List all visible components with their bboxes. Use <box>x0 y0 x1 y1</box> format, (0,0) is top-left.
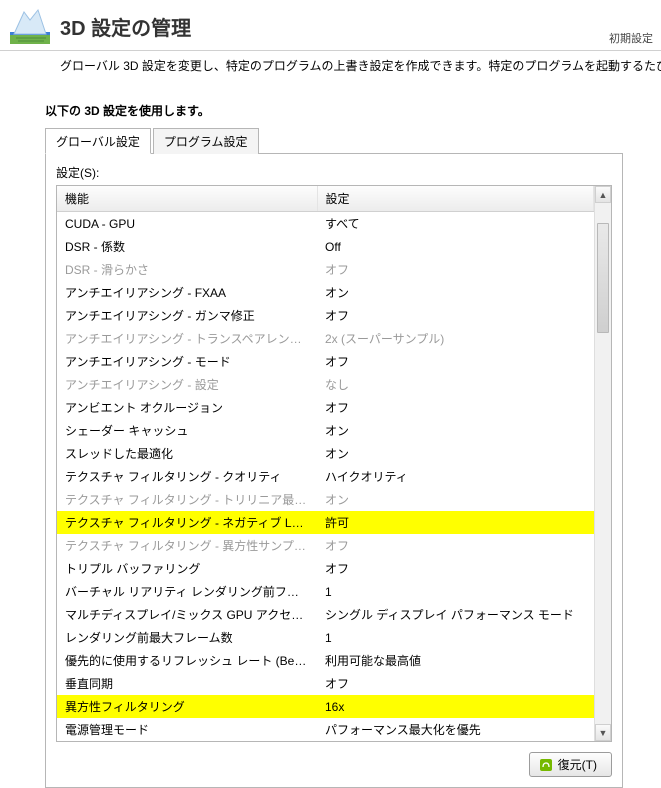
cell-setting[interactable]: オン <box>317 488 594 511</box>
table-row[interactable]: マルチディスプレイ/ミックス GPU アクセラレーションシングル ディスプレイ … <box>57 603 594 626</box>
scroll-up-button[interactable]: ▲ <box>595 186 611 203</box>
cell-setting[interactable]: なし <box>317 373 594 396</box>
cell-feature: DSR - 係数 <box>57 235 317 258</box>
cell-setting[interactable]: 利用可能な最高値 <box>317 649 594 672</box>
table-row[interactable]: テクスチャ フィルタリング - 異方性サンプル最適化オフ <box>57 534 594 557</box>
cell-setting[interactable]: オフ <box>317 304 594 327</box>
table-row[interactable]: バーチャル リアリティ レンダリング前フレーム数1 <box>57 580 594 603</box>
table-row[interactable]: テクスチャ フィルタリング - トリリニア最適化オン <box>57 488 594 511</box>
cell-setting[interactable]: 1 <box>317 580 594 603</box>
page-title: 3D 設定の管理 <box>60 12 191 41</box>
cell-feature: テクスチャ フィルタリング - ネガティブ LOD バイアス <box>57 511 317 534</box>
table-row[interactable]: アンビエント オクルージョンオフ <box>57 396 594 419</box>
app-icon <box>10 8 50 44</box>
cell-setting[interactable]: オン <box>317 442 594 465</box>
page-description: グローバル 3D 設定を変更し、特定のプログラムの上書き設定を作成できます。特定… <box>0 51 661 80</box>
cell-setting[interactable]: ハイクオリティ <box>317 465 594 488</box>
cell-feature: スレッドした最適化 <box>57 442 317 465</box>
col-feature[interactable]: 機能 <box>57 186 317 212</box>
table-row[interactable]: 異方性フィルタリング16x <box>57 695 594 718</box>
cell-feature: トリプル バッファリング <box>57 557 317 580</box>
table-row[interactable]: テクスチャ フィルタリング - ネガティブ LOD バイアス許可 <box>57 511 594 534</box>
table-row[interactable]: CUDA - GPUすべて <box>57 212 594 236</box>
table-row[interactable]: アンチエイリアシング - 設定なし <box>57 373 594 396</box>
table-row[interactable]: DSR - 係数Off <box>57 235 594 258</box>
settings-table-wrap: 機能 設定 CUDA - GPUすべてDSR - 係数OffDSR - 滑らかさ… <box>56 185 612 742</box>
table-row[interactable]: 垂直同期オフ <box>57 672 594 695</box>
col-setting[interactable]: 設定 <box>317 186 594 212</box>
nvidia-icon <box>540 759 552 771</box>
cell-setting[interactable]: オフ <box>317 534 594 557</box>
cell-setting[interactable]: 許可 <box>317 511 594 534</box>
cell-setting[interactable]: オン <box>317 281 594 304</box>
settings-table: 機能 設定 CUDA - GPUすべてDSR - 係数OffDSR - 滑らかさ… <box>57 186 594 741</box>
table-row[interactable]: レンダリング前最大フレーム数1 <box>57 626 594 649</box>
cell-feature: アンビエント オクルージョン <box>57 396 317 419</box>
cell-feature: アンチエイリアシング - FXAA <box>57 281 317 304</box>
tab-global[interactable]: グローバル設定 <box>45 128 151 154</box>
cell-setting[interactable]: オフ <box>317 672 594 695</box>
scroll-track[interactable] <box>595 203 611 724</box>
cell-feature: バーチャル リアリティ レンダリング前フレーム数 <box>57 580 317 603</box>
table-row[interactable]: スレッドした最適化オン <box>57 442 594 465</box>
section-label: 以下の 3D 設定を使用します。 <box>0 80 661 127</box>
scroll-down-button[interactable]: ▼ <box>595 724 611 741</box>
cell-feature: 垂直同期 <box>57 672 317 695</box>
table-row[interactable]: アンチエイリアシング - トランスペアレンシー2x (スーパーサンプル) <box>57 327 594 350</box>
cell-feature: アンチエイリアシング - トランスペアレンシー <box>57 327 317 350</box>
cell-feature: CUDA - GPU <box>57 212 317 236</box>
scroll-thumb[interactable] <box>597 223 609 333</box>
cell-feature: DSR - 滑らかさ <box>57 258 317 281</box>
cell-feature: アンチエイリアシング - ガンマ修正 <box>57 304 317 327</box>
cell-feature: テクスチャ フィルタリング - 異方性サンプル最適化 <box>57 534 317 557</box>
restore-button[interactable]: 復元(T) <box>529 752 612 777</box>
cell-setting[interactable]: オフ <box>317 396 594 419</box>
cell-feature: アンチエイリアシング - 設定 <box>57 373 317 396</box>
restore-defaults-link[interactable]: 初期設定 <box>609 30 653 46</box>
cell-feature: マルチディスプレイ/ミックス GPU アクセラレーション <box>57 603 317 626</box>
cell-feature: アンチエイリアシング - モード <box>57 350 317 373</box>
tab-program[interactable]: プログラム設定 <box>153 128 259 154</box>
cell-setting[interactable]: オン <box>317 419 594 442</box>
cell-setting[interactable]: すべて <box>317 212 594 236</box>
cell-setting[interactable]: シングル ディスプレイ パフォーマンス モード <box>317 603 594 626</box>
table-row[interactable]: 電源管理モードパフォーマンス最大化を優先 <box>57 718 594 741</box>
scrollbar[interactable]: ▲ ▼ <box>594 186 611 741</box>
cell-setting[interactable]: オフ <box>317 557 594 580</box>
cell-feature: 優先的に使用するリフレッシュ レート (BenQ XL2420… <box>57 649 317 672</box>
table-row[interactable]: テクスチャ フィルタリング - クオリティハイクオリティ <box>57 465 594 488</box>
cell-setting[interactable]: 1 <box>317 626 594 649</box>
cell-feature: 電源管理モード <box>57 718 317 741</box>
settings-panel: 設定(S): 機能 設定 CUDA - GPUすべてDSR - 係数OffDSR… <box>45 154 623 788</box>
cell-feature: テクスチャ フィルタリング - クオリティ <box>57 465 317 488</box>
table-row[interactable]: 優先的に使用するリフレッシュ レート (BenQ XL2420…利用可能な最高値 <box>57 649 594 672</box>
cell-setting[interactable]: パフォーマンス最大化を優先 <box>317 718 594 741</box>
cell-setting[interactable]: オフ <box>317 350 594 373</box>
table-row[interactable]: トリプル バッファリングオフ <box>57 557 594 580</box>
cell-feature: シェーダー キャッシュ <box>57 419 317 442</box>
table-row[interactable]: DSR - 滑らかさオフ <box>57 258 594 281</box>
cell-setting[interactable]: Off <box>317 235 594 258</box>
cell-setting[interactable]: オフ <box>317 258 594 281</box>
table-row[interactable]: アンチエイリアシング - FXAAオン <box>57 281 594 304</box>
table-row[interactable]: アンチエイリアシング - モードオフ <box>57 350 594 373</box>
table-row[interactable]: シェーダー キャッシュオン <box>57 419 594 442</box>
restore-button-label: 復元(T) <box>558 756 597 773</box>
cell-feature: テクスチャ フィルタリング - トリリニア最適化 <box>57 488 317 511</box>
cell-feature: レンダリング前最大フレーム数 <box>57 626 317 649</box>
page-header: 3D 設定の管理 初期設定 <box>0 0 661 51</box>
table-row[interactable]: アンチエイリアシング - ガンマ修正オフ <box>57 304 594 327</box>
cell-feature: 異方性フィルタリング <box>57 695 317 718</box>
tabs: グローバル設定 プログラム設定 <box>45 127 623 154</box>
cell-setting[interactable]: 2x (スーパーサンプル) <box>317 327 594 350</box>
cell-setting[interactable]: 16x <box>317 695 594 718</box>
settings-label: 設定(S): <box>56 164 612 181</box>
